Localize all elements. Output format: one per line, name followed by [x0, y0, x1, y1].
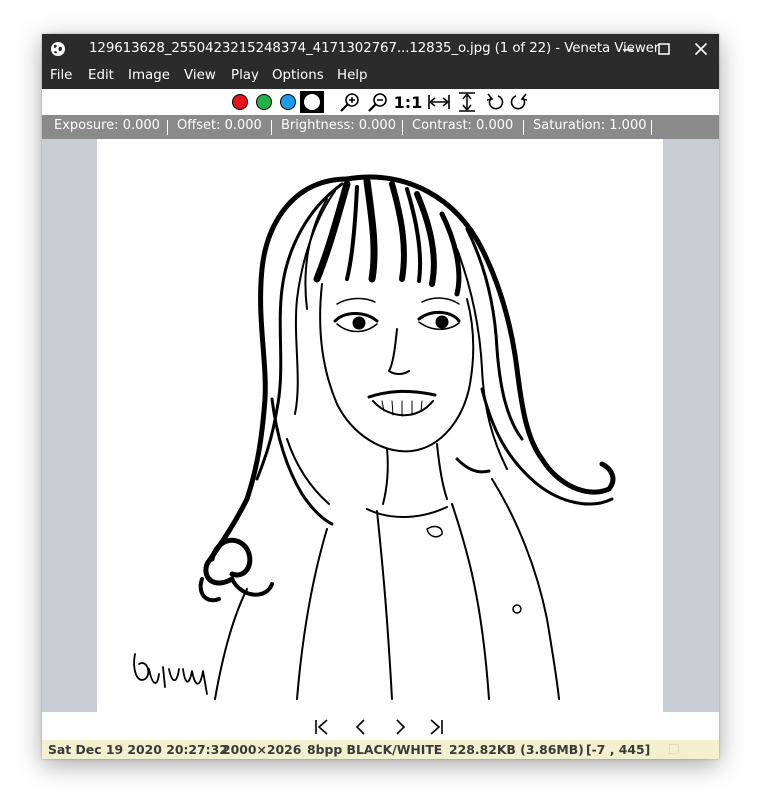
menu-help[interactable]: Help [337, 68, 368, 83]
green-dot-icon [256, 94, 272, 110]
saturation-value[interactable]: Saturation: 1.000 [533, 118, 647, 133]
image-viewport[interactable] [42, 139, 719, 712]
last-image-icon[interactable] [426, 718, 446, 736]
contrast-value[interactable]: Contrast: 0.000 [412, 118, 513, 133]
title-bar[interactable]: 129613628_2550423215248374_4171302767...… [42, 34, 719, 64]
menu-view[interactable]: View [184, 68, 216, 83]
first-image-icon[interactable] [312, 718, 332, 736]
resize-grip[interactable] [669, 744, 679, 754]
menu-edit[interactable]: Edit [88, 68, 114, 83]
divider [402, 120, 403, 135]
status-dimensions: 2000×2026 [222, 742, 302, 757]
zoom-out-icon[interactable] [367, 92, 389, 112]
blue-dot-icon [280, 94, 296, 110]
white-dot-icon [304, 94, 320, 110]
red-dot-icon [232, 94, 248, 110]
green-background-button[interactable] [254, 92, 274, 112]
red-background-button[interactable] [230, 92, 250, 112]
status-size: 228.82KB (3.86MB) [449, 742, 584, 757]
image-canvas[interactable] [97, 139, 663, 712]
navigation-bar [42, 712, 719, 740]
status-cursor-position: [-7 , 445] [586, 742, 651, 757]
brightness-value[interactable]: Brightness: 0.000 [281, 118, 396, 133]
maximize-icon[interactable] [654, 39, 674, 59]
portrait-drawing-image [133, 174, 616, 700]
divider [167, 120, 168, 135]
rotate-left-icon[interactable] [485, 92, 505, 112]
white-background-button[interactable] [300, 91, 324, 113]
window-title: 129613628_2550423215248374_4171302767...… [89, 41, 660, 56]
blue-background-button[interactable] [278, 92, 298, 112]
toolbar: 1:1 [42, 89, 719, 115]
next-image-icon[interactable] [390, 718, 410, 736]
divider [651, 120, 652, 135]
status-format: 8bpp BLACK/WHITE [307, 742, 443, 757]
minimize-icon[interactable] [618, 39, 638, 59]
menu-image[interactable]: Image [128, 68, 170, 83]
status-bar: Sat Dec 19 2020 20:27:32 2000×2026 8bpp … [42, 740, 719, 759]
menu-bar: File Edit Image View Play Options Help [42, 64, 719, 89]
menu-options[interactable]: Options [272, 68, 324, 83]
zoom-in-icon[interactable] [339, 92, 361, 112]
fit-height-icon[interactable] [456, 92, 478, 112]
actual-size-button[interactable]: 1:1 [394, 92, 423, 112]
offset-value[interactable]: Offset: 0.000 [177, 118, 262, 133]
viewer-window: 129613628_2550423215248374_4171302767...… [42, 34, 719, 759]
divider [271, 120, 272, 135]
close-icon[interactable] [691, 39, 711, 59]
divider [523, 120, 524, 135]
menu-file[interactable]: File [50, 68, 72, 83]
rotate-right-icon[interactable] [509, 92, 529, 112]
globe-icon[interactable] [50, 41, 66, 57]
previous-image-icon[interactable] [351, 718, 371, 736]
fit-width-icon[interactable] [427, 92, 451, 112]
adjustments-bar: Exposure: 0.000 Offset: 0.000 Brightness… [42, 115, 719, 139]
status-date: Sat Dec 19 2020 20:27:32 [48, 742, 228, 757]
menu-play[interactable]: Play [231, 68, 259, 83]
exposure-value[interactable]: Exposure: 0.000 [54, 118, 160, 133]
